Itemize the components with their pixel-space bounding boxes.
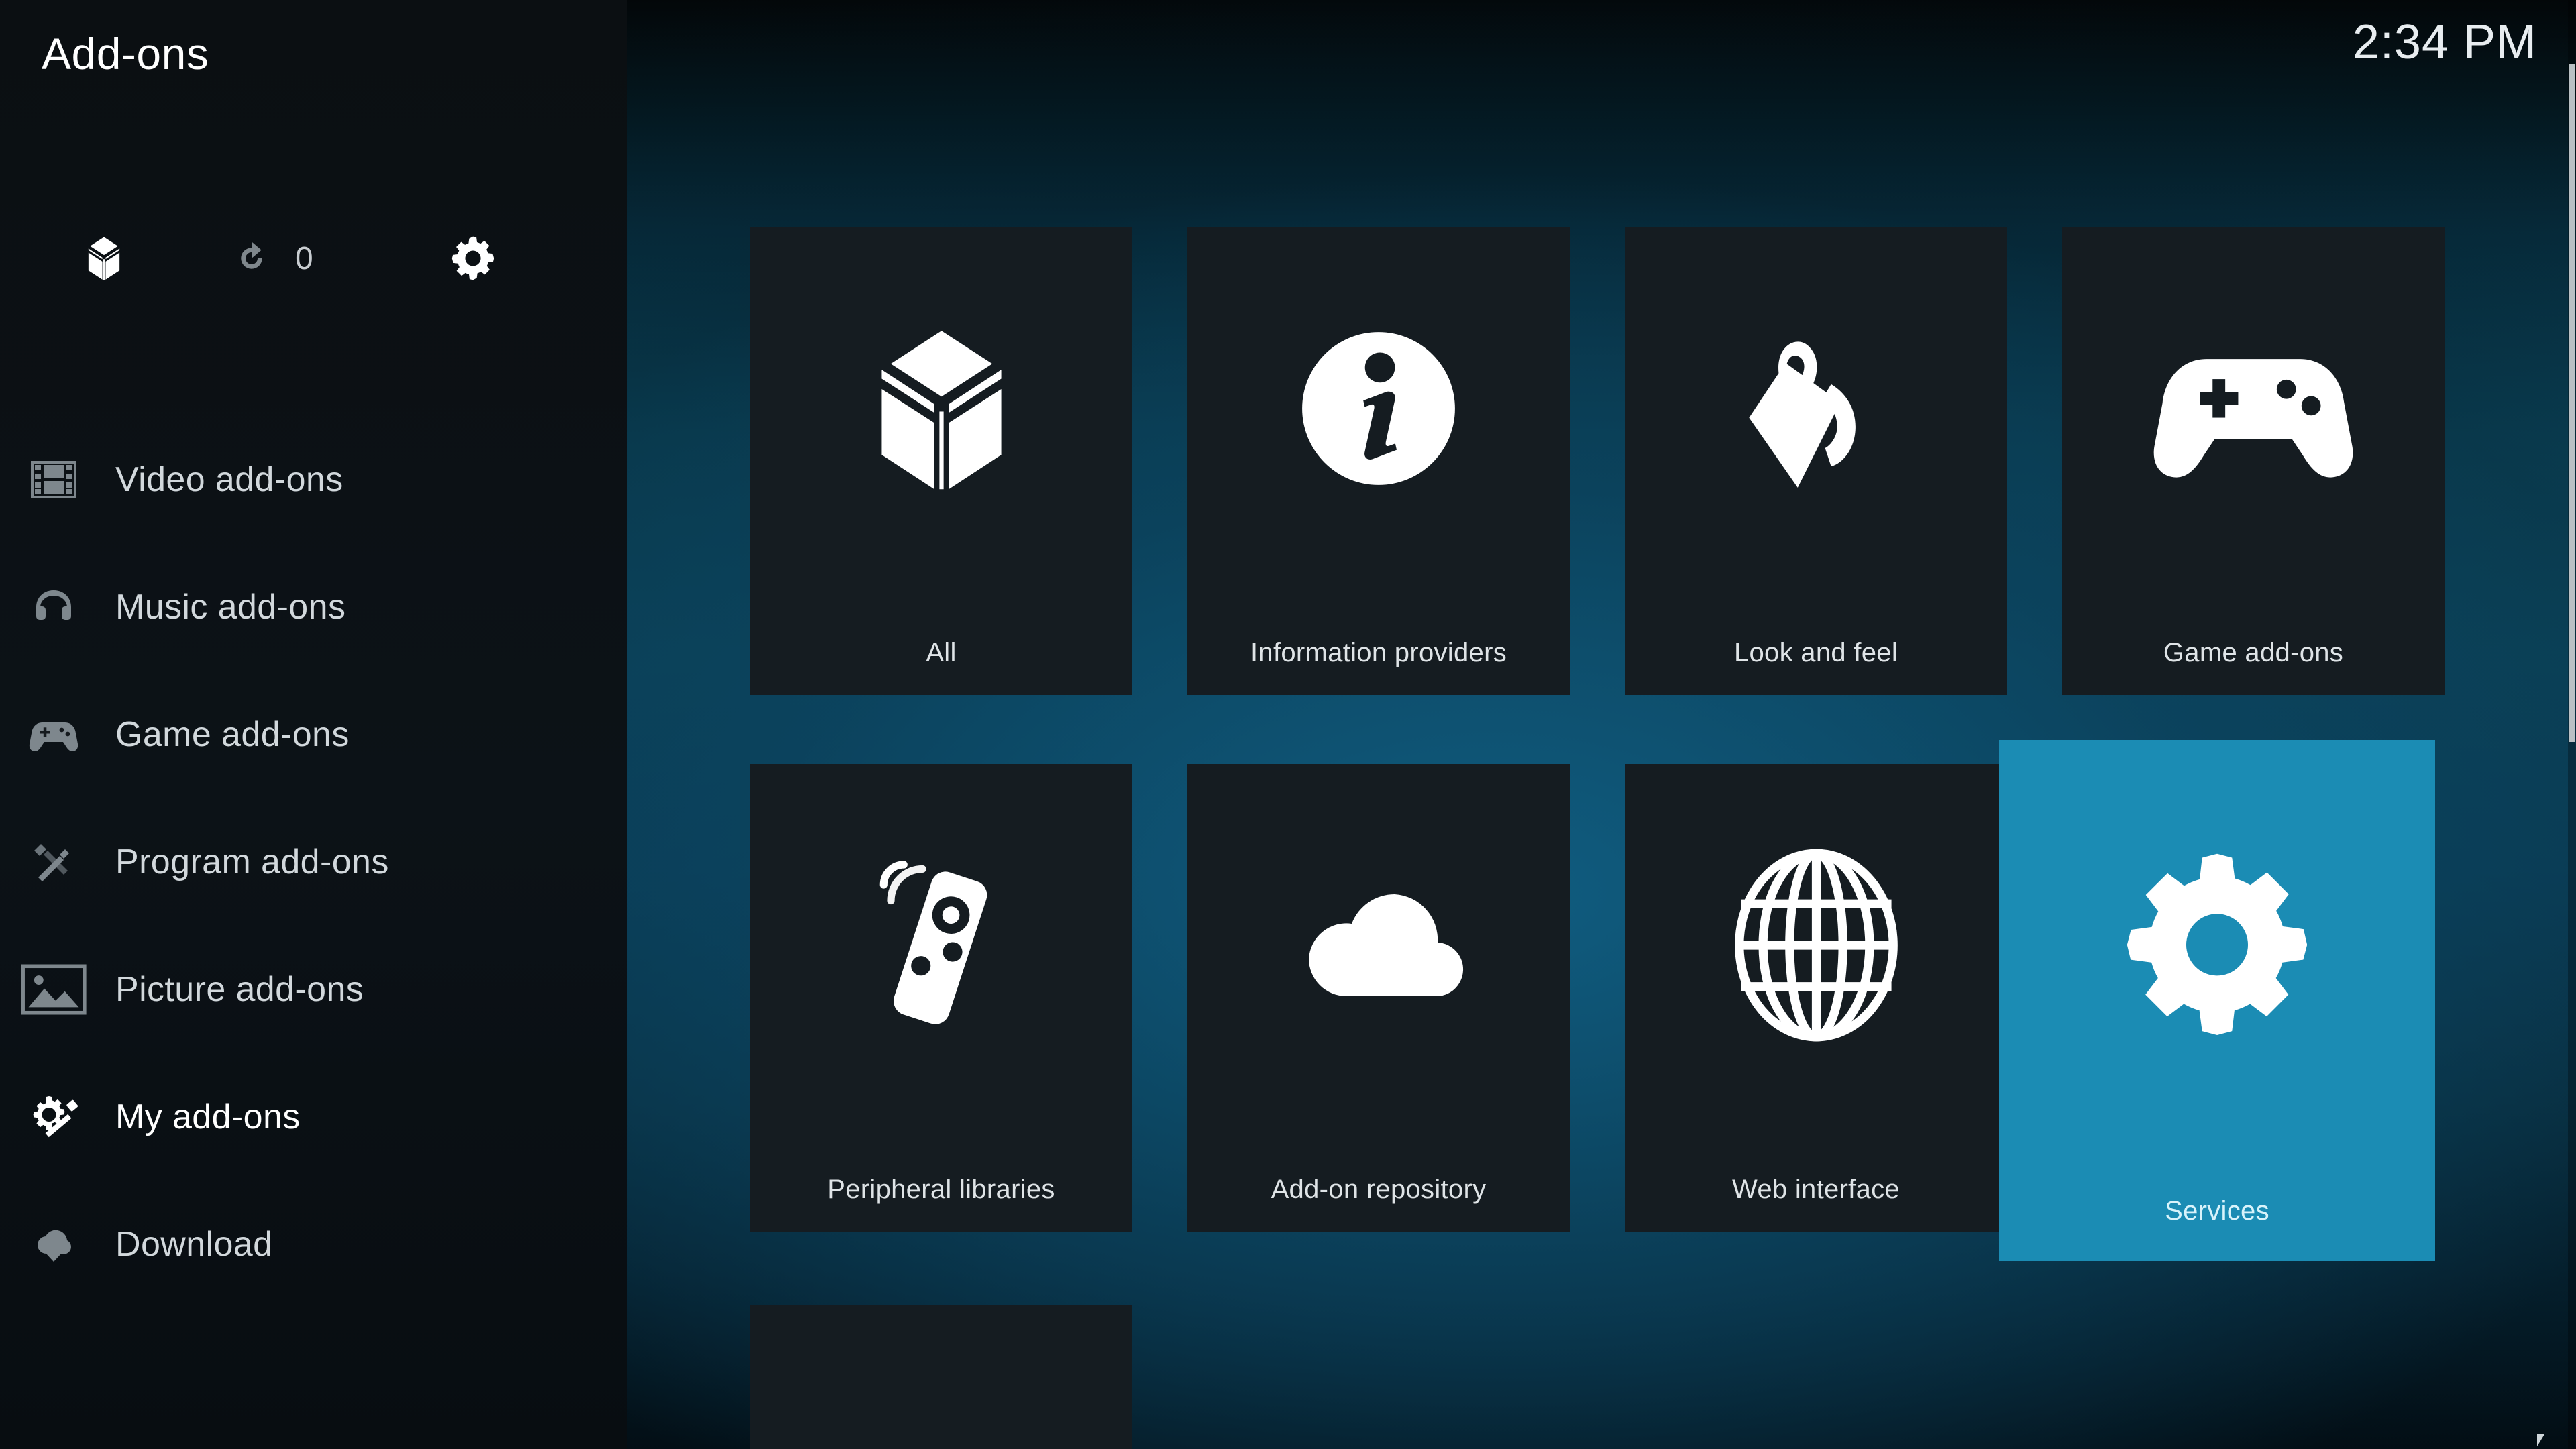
cloud-download-icon [20, 1214, 87, 1275]
photo-icon [21, 964, 87, 1015]
update-count: 0 [295, 240, 313, 276]
gamepad-icon [20, 704, 87, 765]
tile-game-addons[interactable]: Game add-ons [2062, 227, 2445, 695]
addon-category-grid: All Information providers Look and feel … [750, 227, 2467, 1449]
open-box-icon [750, 268, 1132, 549]
tile-partial-next[interactable] [750, 1305, 1132, 1449]
tile-information-providers[interactable]: Information providers [1187, 227, 1570, 695]
sidebar-toolbar: 0 [0, 221, 627, 295]
tile-label: Look and feel [1733, 638, 1898, 667]
page-title: Add-ons [42, 29, 209, 78]
tile-peripheral-libraries[interactable]: Peripheral libraries [750, 764, 1132, 1232]
tile-label: Services [2165, 1196, 2269, 1226]
sidebar-item-game-addons[interactable]: Game add-ons [0, 671, 627, 798]
gamepad-icon [2062, 268, 2445, 549]
tile-look-and-feel[interactable]: Look and feel [1625, 227, 2007, 695]
sidebar-item-label: My add-ons [115, 1097, 301, 1136]
paint-tag-icon [1625, 268, 2007, 549]
sidebar-item-picture-addons[interactable]: Picture add-ons [0, 926, 627, 1053]
tile-all[interactable]: All [750, 227, 1132, 695]
package-icon[interactable] [74, 221, 134, 295]
sidebar: Add-ons 0 Video add-ons Music add-ons Ga… [0, 0, 627, 1449]
sidebar-item-label: Music add-ons [115, 588, 346, 627]
cloud-icon [1187, 804, 1570, 1086]
scrollbar-thumb[interactable] [2569, 64, 2575, 742]
sidebar-item-program-addons[interactable]: Program add-ons [0, 798, 627, 926]
headphones-icon [20, 577, 87, 637]
tile-label: All [926, 638, 957, 667]
gear-icon [1999, 794, 2435, 1109]
sidebar-menu: Video add-ons Music add-ons Game add-ons… [0, 416, 627, 1308]
sidebar-item-label: Download [115, 1225, 273, 1264]
sidebar-item-download[interactable]: Download [0, 1181, 627, 1308]
partial-icon [750, 1345, 1132, 1449]
tile-label: Peripheral libraries [827, 1175, 1055, 1204]
sidebar-item-label: Game add-ons [115, 715, 350, 754]
clock: 2:34 PM [2352, 15, 2537, 69]
gear-icon[interactable] [443, 221, 503, 295]
remote-control-icon [750, 804, 1132, 1086]
sidebar-item-video-addons[interactable]: Video add-ons [0, 416, 627, 543]
mouse-cursor [2537, 1434, 2552, 1446]
sidebar-item-my-addons[interactable]: My add-ons [0, 1053, 627, 1181]
kodi-addons-screen: 2:34 PM Add-ons 0 Video add-ons Music ad… [0, 0, 2576, 1449]
tile-label: Web interface [1732, 1175, 1900, 1204]
sidebar-item-label: Program add-ons [115, 843, 389, 881]
tile-services[interactable]: Services [1999, 740, 2435, 1261]
refresh-icon[interactable] [221, 221, 282, 295]
gear-wrench-icon [20, 1087, 87, 1147]
film-strip-icon [20, 449, 87, 510]
tile-label: Game add-ons [2163, 638, 2344, 667]
info-circle-icon [1187, 268, 1570, 549]
sidebar-item-label: Video add-ons [115, 460, 343, 499]
tile-addon-repository[interactable]: Add-on repository [1187, 764, 1570, 1232]
sidebar-item-label: Picture add-ons [115, 970, 364, 1009]
tools-icon [20, 832, 87, 892]
sidebar-item-music-addons[interactable]: Music add-ons [0, 543, 627, 671]
tile-label: Add-on repository [1271, 1175, 1487, 1204]
tile-web-interface[interactable]: Web interface [1625, 764, 2007, 1232]
tile-label: Information providers [1250, 638, 1507, 667]
globe-icon [1625, 804, 2007, 1086]
